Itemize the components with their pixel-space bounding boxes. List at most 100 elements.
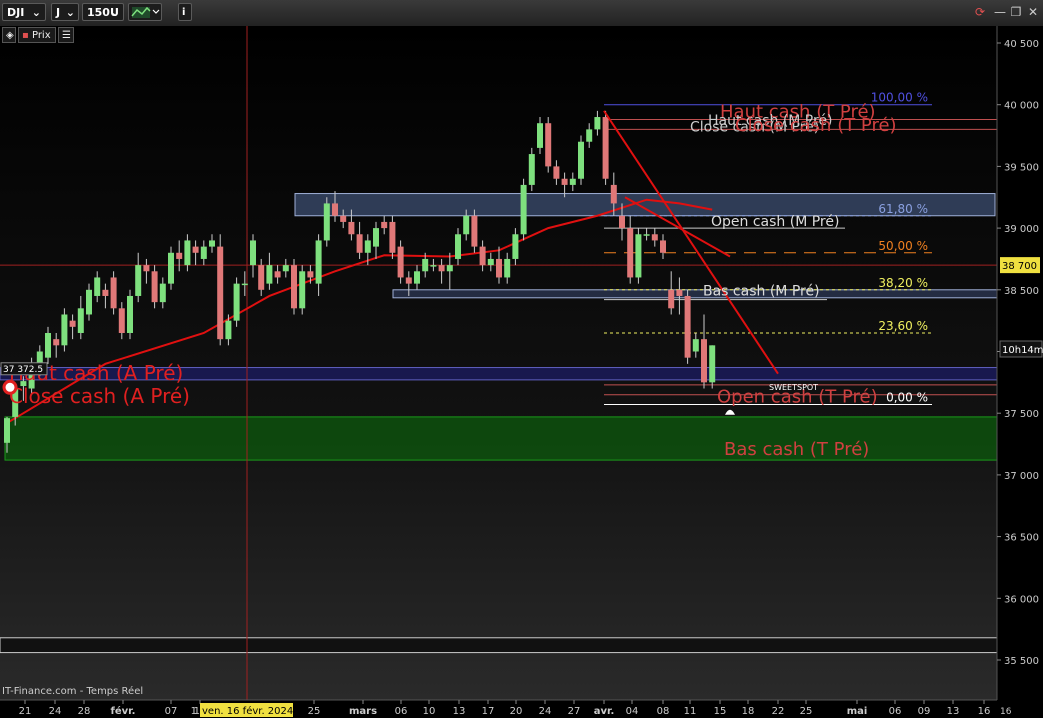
- candle: [586, 123, 593, 148]
- candle-body: [651, 234, 658, 241]
- candle-body: [102, 289, 109, 296]
- candle-body: [578, 141, 584, 179]
- level-label-close-a: Close cash (A Pré): [9, 384, 190, 408]
- candle-body: [528, 154, 535, 185]
- candle: [643, 228, 650, 241]
- x-tick-label: 06: [395, 706, 408, 717]
- candle-body: [200, 246, 207, 259]
- y-tick-label: 36 000: [1004, 594, 1039, 605]
- x-tick-label: 28: [78, 706, 91, 717]
- candle: [594, 110, 601, 136]
- candle: [151, 265, 158, 309]
- candle: [102, 283, 109, 309]
- candle-body: [684, 295, 691, 358]
- candle: [684, 289, 691, 364]
- candle: [660, 234, 666, 259]
- candle-body: [118, 308, 125, 333]
- bell-icon: [725, 409, 735, 415]
- level-label-bas-m: Bas cash (M Pré): [703, 283, 820, 299]
- candlestick-chart[interactable]: 100,00 % 61,80 % 50,00 % 38,20 % 23,60 % 0,00…: [0, 0, 1043, 718]
- candle-body: [168, 252, 174, 284]
- y-tick-label: 37 500: [1004, 409, 1039, 420]
- x-tick-label: 13: [453, 706, 466, 717]
- candle: [709, 345, 716, 389]
- candle: [455, 228, 461, 266]
- candle: [200, 240, 207, 266]
- x-tick-label: 16: [978, 706, 991, 717]
- x-tick-label: 1: [191, 706, 197, 717]
- candle-body: [479, 246, 486, 266]
- candle-body: [397, 246, 404, 278]
- candle: [381, 215, 388, 235]
- candle: [217, 234, 224, 346]
- candle: [69, 314, 76, 340]
- candle: [356, 221, 363, 259]
- candle-body: [4, 418, 10, 443]
- candle: [282, 258, 289, 278]
- candle: [110, 271, 117, 315]
- candle: [569, 172, 576, 192]
- candle: [266, 252, 273, 290]
- candle: [487, 252, 494, 272]
- candle-body: [209, 240, 215, 247]
- x-tick-label: 21: [19, 706, 32, 717]
- candle-body: [225, 320, 232, 340]
- candle-body: [282, 265, 289, 272]
- candle-body: [241, 283, 248, 286]
- candle: [192, 240, 199, 266]
- candle: [176, 240, 183, 272]
- fibonacci-label: 23,60 %: [878, 319, 928, 333]
- candle-body: [602, 117, 609, 179]
- candle: [94, 271, 101, 303]
- x-tick-label: 18: [742, 706, 755, 717]
- candle-body: [487, 258, 494, 266]
- candle-body: [332, 203, 338, 216]
- candle-body: [455, 234, 461, 259]
- x-tick-label: 22: [772, 706, 785, 717]
- candle: [471, 209, 478, 253]
- fibonacci-label: 50,00 %: [878, 239, 928, 253]
- candle: [45, 326, 51, 364]
- candle-body: [643, 234, 650, 236]
- candle-body: [668, 289, 675, 309]
- candle: [528, 147, 535, 192]
- y-tick-label: 39 000: [1004, 224, 1039, 235]
- candle: [127, 289, 133, 340]
- candle-body: [348, 221, 355, 235]
- candle-body: [266, 265, 273, 284]
- candle: [701, 314, 707, 389]
- candle-body: [496, 258, 502, 278]
- candle: [446, 252, 453, 290]
- candle-body: [414, 271, 420, 284]
- candle: [118, 302, 125, 340]
- x-tick-label: 17: [482, 706, 495, 717]
- fibonacci-label: 38,20 %: [878, 276, 928, 290]
- candle-body: [77, 308, 84, 333]
- candle: [184, 234, 191, 272]
- candle: [209, 234, 215, 253]
- candle: [225, 314, 232, 346]
- candle-body: [315, 240, 322, 284]
- candle-body: [545, 123, 552, 167]
- candle: [668, 271, 675, 315]
- candle: [578, 135, 584, 185]
- candle-body: [520, 184, 527, 235]
- candle-body: [438, 265, 445, 272]
- x-tick-label: 16: [1000, 707, 1012, 717]
- fibonacci-label: 100,00 %: [871, 91, 928, 105]
- candle: [496, 246, 502, 284]
- x-tick-label: 09: [918, 706, 931, 717]
- x-tick-label: 25: [308, 706, 321, 717]
- candle: [53, 332, 60, 358]
- y-tick-label: 40 500: [1004, 39, 1039, 50]
- candle-body: [127, 295, 133, 333]
- candle-body: [53, 339, 60, 346]
- candle-body: [135, 265, 142, 296]
- candle: [512, 228, 519, 266]
- candle-body: [340, 215, 347, 222]
- candle: [233, 277, 240, 327]
- candle-body: [446, 265, 453, 272]
- candle-body: [299, 271, 306, 309]
- x-tick-label: 06: [889, 706, 902, 717]
- candle-body: [143, 265, 150, 272]
